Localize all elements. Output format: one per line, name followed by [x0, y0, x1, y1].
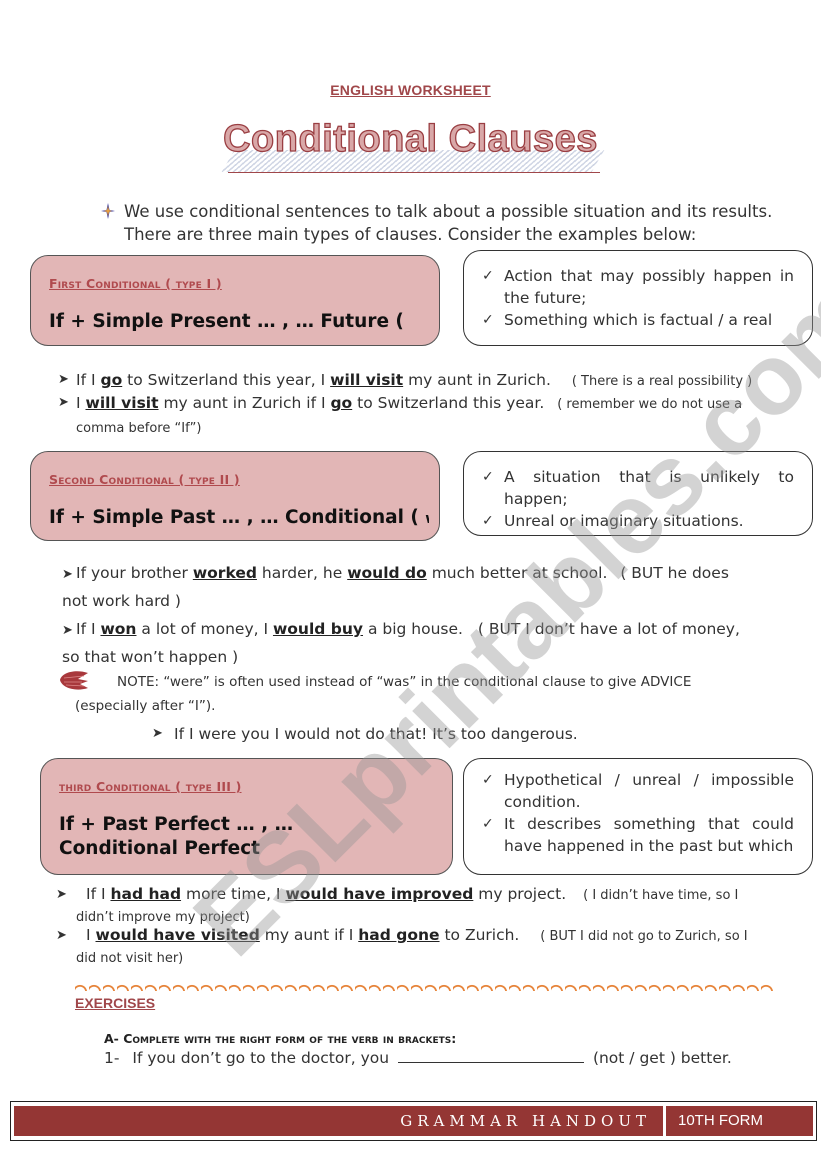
- example-sentence: ➤ If I had had more time, I would have i…: [56, 885, 739, 925]
- third-conditional-label: third Conditional ( type III ): [59, 779, 242, 794]
- second-conditional-label: Second Conditional ( type II ): [49, 472, 240, 487]
- checkmark-icon: ✓: [482, 772, 494, 788]
- worksheet-label: ENGLISH WORKSHEET: [330, 82, 491, 98]
- third-conditional-rule-box: third Conditional ( type III ) If + Past…: [40, 758, 453, 875]
- note-item: ✓ It describes something that could have …: [482, 815, 794, 855]
- third-conditional-formula: If + Past Perfect … , … Conditional Perf…: [59, 814, 294, 859]
- task-instruction: A- Complete with the right form of the v…: [104, 1031, 457, 1046]
- footer-form-bar: 10TH FORM: [666, 1106, 813, 1136]
- arrow-bullet-icon: ➤: [152, 726, 163, 741]
- intro-line-1: We use conditional sentences to talk abo…: [124, 202, 773, 221]
- checkmark-icon: ✓: [482, 469, 494, 485]
- example-sentence: ➤ If I go to Switzerland this year, I wi…: [58, 371, 753, 389]
- checkmark-icon: ✓: [482, 268, 494, 284]
- intro-line-2: There are three main types of clauses. C…: [124, 225, 697, 244]
- footer-handout-label: GRAMMAR HANDOUT: [400, 1112, 651, 1130]
- note-item: ✓ Hypothetical / unreal / impossible cond…: [482, 771, 794, 811]
- example-sentence: ➤ If I won a lot of money, I would buy a…: [62, 615, 752, 671]
- title-underline: [228, 172, 600, 173]
- second-conditional-notes-box: ✓ A situation that is unlikely to happen;…: [463, 451, 813, 536]
- example-note: ( There is a real possibility ): [571, 374, 753, 389]
- advice-note: NOTE: “were” is often used instead of “w…: [75, 674, 692, 714]
- arrow-bullet-icon: ➤: [56, 928, 67, 943]
- wavy-divider: [75, 983, 775, 991]
- item-text-after: (not / get ) better.: [592, 1049, 732, 1067]
- second-conditional-formula: If + Simple Past … , … Conditional ( wou…: [49, 507, 429, 528]
- intro-paragraph: We use conditional sentences to talk abo…: [100, 200, 780, 246]
- arrow-bullet-icon: ➤: [62, 567, 73, 582]
- footer-form-label: 10TH FORM: [678, 1112, 764, 1129]
- exercise-item: 1- If you don’t go to the doctor, you (n…: [104, 1049, 732, 1067]
- footer-handout-bar: GRAMMAR HANDOUT: [14, 1106, 663, 1136]
- item-text-before: If you don’t go to the doctor, you: [132, 1049, 390, 1067]
- item-number: 1-: [104, 1049, 120, 1067]
- example-sentence: ➤ If your brother worked harder, he woul…: [62, 559, 752, 615]
- arrow-bullet-icon: ➤: [58, 395, 69, 410]
- checkmark-icon: ✓: [482, 312, 494, 328]
- first-conditional-formula: If + Simple Present … , … Future ( will …: [49, 311, 404, 332]
- arrow-bullet-icon: ➤: [56, 887, 67, 902]
- note-item: ✓ Unreal or imaginary situations.: [482, 512, 744, 530]
- note-item: ✓ Something which is factual / a real: [482, 311, 773, 329]
- first-conditional-notes-box: ✓ Action that may possibly happen in the …: [463, 250, 813, 346]
- second-conditional-rule-box: Second Conditional ( type II ) If + Simp…: [30, 451, 440, 541]
- four-point-star-icon: [101, 203, 115, 219]
- checkmark-icon: ✓: [482, 513, 494, 529]
- note-item: ✓ A situation that is unlikely to happen;: [482, 468, 794, 508]
- note-item: ✓ Action that may possibly happen in the …: [482, 267, 794, 307]
- third-conditional-notes-box: ✓ Hypothetical / unreal / impossible cond…: [463, 758, 813, 875]
- checkmark-icon: ✓: [482, 816, 494, 832]
- first-conditional-label: First Conditional ( type I ): [49, 276, 222, 291]
- exercises-title: EXERCISES: [75, 995, 156, 1011]
- answer-blank[interactable]: [398, 1049, 584, 1063]
- example-sentence: ➤ I will visit my aunt in Zurich if I go…: [58, 394, 743, 436]
- arrow-bullet-icon: ➤: [58, 372, 69, 387]
- example-sentence: ➤ I would have visited my aunt if I had …: [56, 926, 748, 966]
- first-conditional-rule-box: First Conditional ( type I ) If + Simple…: [30, 255, 440, 346]
- advice-example: ➤ If I were you I would not do that! It’…: [152, 725, 578, 743]
- arrow-bullet-icon: ➤: [62, 623, 73, 638]
- page-title: Conditional Clauses: [222, 117, 598, 160]
